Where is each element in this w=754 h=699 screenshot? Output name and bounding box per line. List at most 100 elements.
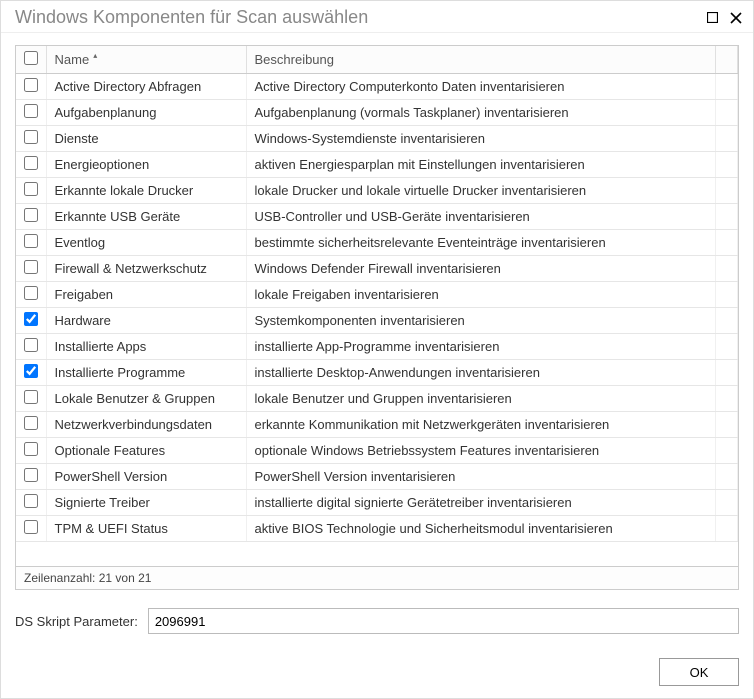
row-description-cell: optionale Windows Betriebssystem Feature…	[246, 438, 716, 464]
table-row[interactable]: Erkannte lokale Druckerlokale Drucker un…	[16, 178, 738, 204]
table-row[interactable]: Eventlogbestimmte sicherheitsrelevante E…	[16, 230, 738, 256]
row-description-cell: aktiven Energiesparplan mit Einstellunge…	[246, 152, 716, 178]
dialog-footer: OK	[1, 644, 753, 698]
close-icon[interactable]	[729, 11, 743, 25]
row-extra-cell	[716, 204, 738, 230]
row-extra-cell	[716, 516, 738, 542]
row-checkbox[interactable]	[24, 182, 38, 196]
table-row[interactable]: HardwareSystemkomponenten inventarisiere…	[16, 308, 738, 334]
row-checkbox-cell[interactable]	[16, 256, 46, 282]
row-extra-cell	[716, 308, 738, 334]
row-name-cell: PowerShell Version	[46, 464, 246, 490]
table-row[interactable]: PowerShell VersionPowerShell Version inv…	[16, 464, 738, 490]
table-row[interactable]: Energieoptionenaktiven Energiesparplan m…	[16, 152, 738, 178]
row-name-cell: Eventlog	[46, 230, 246, 256]
row-description-cell: lokale Freigaben inventarisieren	[246, 282, 716, 308]
row-checkbox[interactable]	[24, 260, 38, 274]
row-checkbox-cell[interactable]	[16, 386, 46, 412]
row-checkbox[interactable]	[24, 78, 38, 92]
row-extra-cell	[716, 152, 738, 178]
row-checkbox-cell[interactable]	[16, 282, 46, 308]
row-extra-cell	[716, 282, 738, 308]
table-row[interactable]: Freigabenlokale Freigaben inventarisiere…	[16, 282, 738, 308]
row-description-cell: PowerShell Version inventarisieren	[246, 464, 716, 490]
row-checkbox-cell[interactable]	[16, 334, 46, 360]
header-description[interactable]: Beschreibung	[246, 46, 716, 74]
row-name-cell: Hardware	[46, 308, 246, 334]
row-checkbox-cell[interactable]	[16, 126, 46, 152]
header-description-label: Beschreibung	[255, 52, 335, 67]
row-description-cell: Active Directory Computerkonto Daten inv…	[246, 74, 716, 100]
row-description-cell: installierte Desktop-Anwendungen inventa…	[246, 360, 716, 386]
row-checkbox-cell[interactable]	[16, 490, 46, 516]
sort-indicator-icon: ▴	[93, 51, 97, 60]
row-description-cell: aktive BIOS Technologie und Sicherheitsm…	[246, 516, 716, 542]
row-checkbox-cell[interactable]	[16, 74, 46, 100]
header-checkbox-cell[interactable]	[16, 46, 46, 74]
parameter-row: DS Skript Parameter:	[15, 608, 739, 634]
table-row[interactable]: DiensteWindows-Systemdienste inventarisi…	[16, 126, 738, 152]
row-name-cell: Netzwerkverbindungsdaten	[46, 412, 246, 438]
table-row[interactable]: Netzwerkverbindungsdatenerkannte Kommuni…	[16, 412, 738, 438]
row-checkbox[interactable]	[24, 442, 38, 456]
table-row[interactable]: Installierte Appsinstallierte App-Progra…	[16, 334, 738, 360]
row-checkbox[interactable]	[24, 312, 38, 326]
row-name-cell: Signierte Treiber	[46, 490, 246, 516]
ok-button[interactable]: OK	[659, 658, 739, 686]
row-checkbox-cell[interactable]	[16, 204, 46, 230]
row-checkbox-cell[interactable]	[16, 152, 46, 178]
row-extra-cell	[716, 74, 738, 100]
row-checkbox-cell[interactable]	[16, 100, 46, 126]
row-checkbox-cell[interactable]	[16, 464, 46, 490]
grid-scroll-region[interactable]: Name▴ Beschreibung Active Directory Abfr…	[16, 46, 738, 566]
select-all-checkbox[interactable]	[24, 51, 38, 65]
row-description-cell: Windows Defender Firewall inventarisiere…	[246, 256, 716, 282]
row-extra-cell	[716, 256, 738, 282]
content-area: Name▴ Beschreibung Active Directory Abfr…	[1, 33, 753, 644]
row-name-cell: Installierte Programme	[46, 360, 246, 386]
table-row[interactable]: Active Directory AbfragenActive Director…	[16, 74, 738, 100]
table-row[interactable]: Lokale Benutzer & Gruppenlokale Benutzer…	[16, 386, 738, 412]
row-checkbox[interactable]	[24, 468, 38, 482]
table-row[interactable]: Erkannte USB GeräteUSB-Controller und US…	[16, 204, 738, 230]
row-checkbox[interactable]	[24, 494, 38, 508]
row-checkbox[interactable]	[24, 364, 38, 378]
row-checkbox[interactable]	[24, 208, 38, 222]
row-extra-cell	[716, 126, 738, 152]
table-row[interactable]: Optionale Featuresoptionale Windows Betr…	[16, 438, 738, 464]
row-checkbox[interactable]	[24, 520, 38, 534]
parameter-input[interactable]	[148, 608, 739, 634]
table-row[interactable]: Installierte Programmeinstallierte Deskt…	[16, 360, 738, 386]
table-row[interactable]: TPM & UEFI Statusaktive BIOS Technologie…	[16, 516, 738, 542]
row-description-cell: bestimmte sicherheitsrelevante Eventeint…	[246, 230, 716, 256]
header-name[interactable]: Name▴	[46, 46, 246, 74]
header-name-label: Name	[55, 52, 90, 67]
row-name-cell: TPM & UEFI Status	[46, 516, 246, 542]
maximize-icon[interactable]	[705, 11, 719, 25]
row-checkbox-cell[interactable]	[16, 178, 46, 204]
table-row[interactable]: AufgabenplanungAufgabenplanung (vormals …	[16, 100, 738, 126]
row-extra-cell	[716, 438, 738, 464]
row-checkbox-cell[interactable]	[16, 360, 46, 386]
row-name-cell: Firewall & Netzwerkschutz	[46, 256, 246, 282]
window-title: Windows Komponenten für Scan auswählen	[15, 7, 368, 28]
table-row[interactable]: Signierte Treiberinstallierte digital si…	[16, 490, 738, 516]
row-checkbox[interactable]	[24, 234, 38, 248]
row-description-cell: installierte App-Programme inventarisier…	[246, 334, 716, 360]
row-checkbox-cell[interactable]	[16, 516, 46, 542]
row-checkbox-cell[interactable]	[16, 412, 46, 438]
row-checkbox-cell[interactable]	[16, 308, 46, 334]
table-row[interactable]: Firewall & NetzwerkschutzWindows Defende…	[16, 256, 738, 282]
dialog-window: Windows Komponenten für Scan auswählen	[0, 0, 754, 699]
row-checkbox[interactable]	[24, 156, 38, 170]
row-checkbox[interactable]	[24, 416, 38, 430]
row-checkbox[interactable]	[24, 390, 38, 404]
row-checkbox-cell[interactable]	[16, 438, 46, 464]
row-checkbox[interactable]	[24, 338, 38, 352]
row-checkbox[interactable]	[24, 130, 38, 144]
row-checkbox[interactable]	[24, 286, 38, 300]
row-checkbox-cell[interactable]	[16, 230, 46, 256]
row-description-cell: installierte digital signierte Gerätetre…	[246, 490, 716, 516]
row-checkbox[interactable]	[24, 104, 38, 118]
row-description-cell: erkannte Kommunikation mit Netzwerkgerät…	[246, 412, 716, 438]
